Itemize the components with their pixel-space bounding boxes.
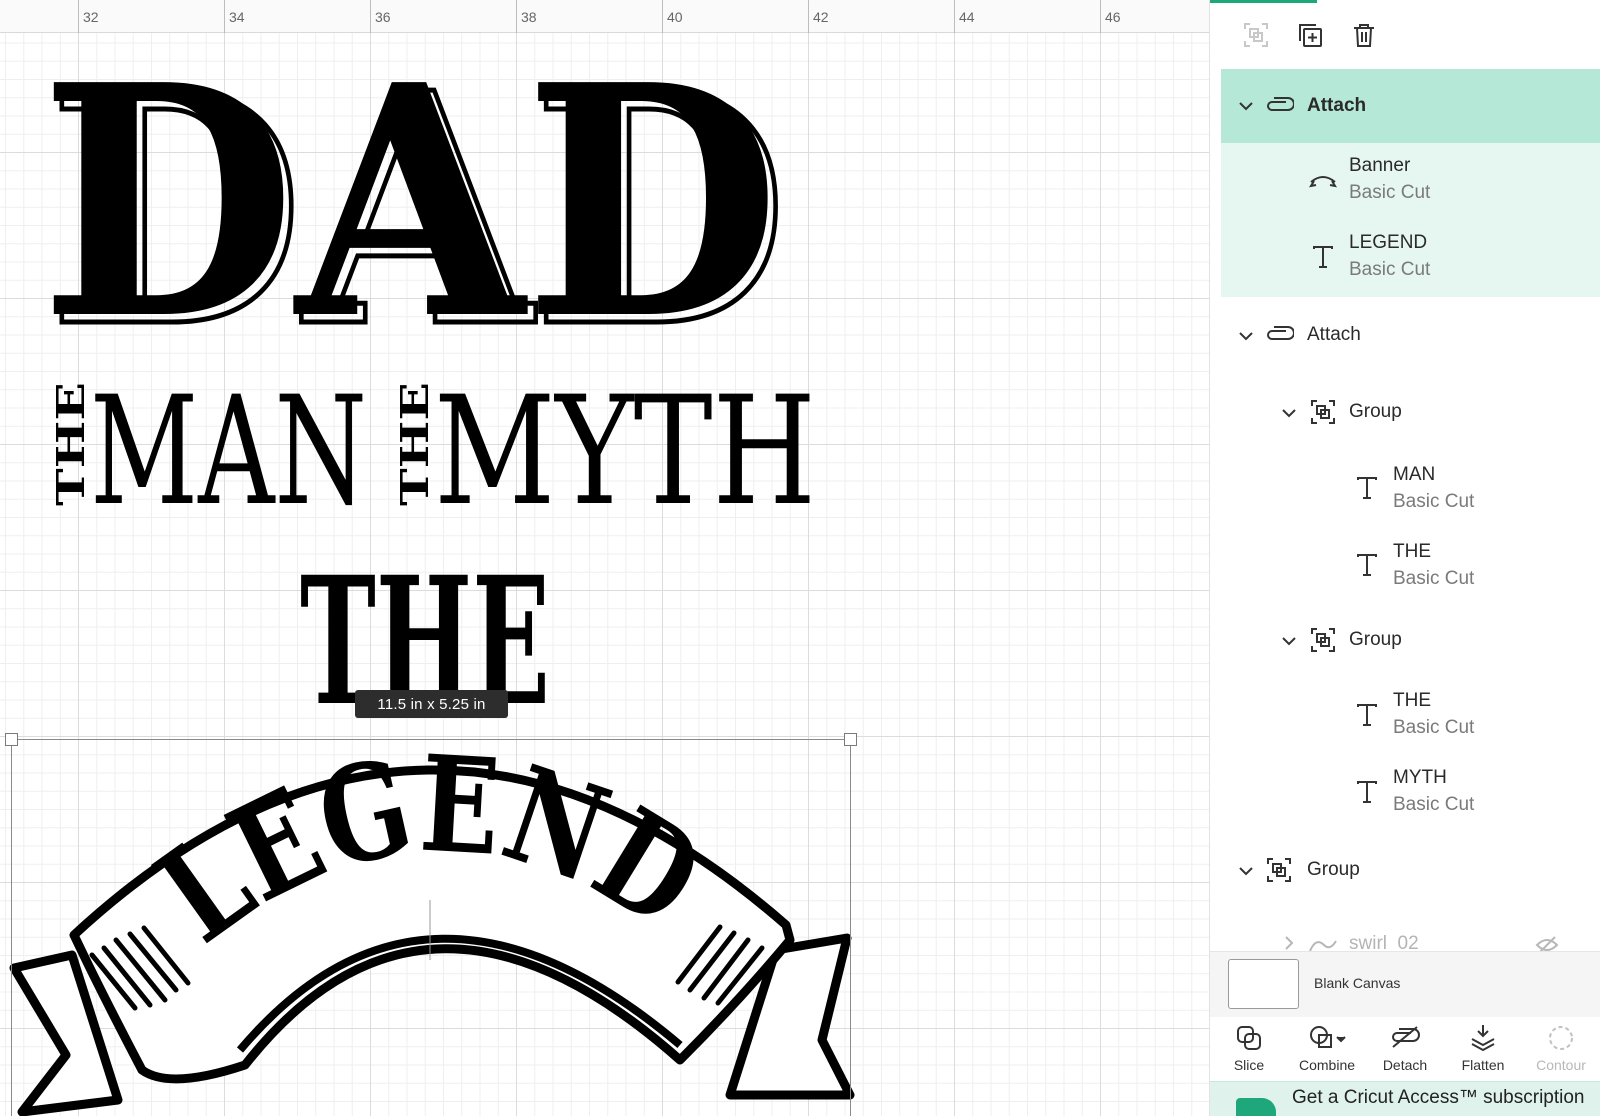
layer-label: MAN [1393, 464, 1436, 485]
chevron-down-icon[interactable] [1236, 326, 1256, 346]
layer-label: Group [1349, 401, 1402, 422]
slice-label: Slice [1233, 1057, 1265, 1073]
delete-button[interactable] [1346, 17, 1382, 53]
combine-button[interactable]: Combine [1288, 1017, 1366, 1081]
detach-label: Detach [1382, 1057, 1428, 1073]
chevron-down-icon[interactable] [1279, 631, 1299, 651]
flatten-label: Flatten [1461, 1057, 1505, 1073]
layer-man[interactable]: MAN Basic Cut [1221, 451, 1600, 528]
the-vertical-left[interactable]: THE [48, 382, 93, 506]
layer-sublabel: Basic Cut [1349, 259, 1431, 280]
combine-label: Combine [1298, 1057, 1356, 1073]
layer-actions-bar: Slice Combine Detach Flatten Contour [1210, 1017, 1600, 1081]
cricut-logo-icon [1236, 1098, 1276, 1116]
layers-toolbar [1210, 3, 1600, 67]
layer-label: Banner [1349, 155, 1411, 176]
text-icon [1351, 776, 1383, 808]
group-button[interactable] [1238, 17, 1274, 53]
chevron-down-icon[interactable] [1279, 403, 1299, 423]
layer-sublabel: Basic Cut [1393, 717, 1475, 738]
duplicate-icon [1299, 24, 1322, 47]
layer-swirl[interactable]: swirl_02 [1221, 909, 1600, 951]
chevron-down-icon[interactable] [1236, 861, 1256, 881]
chevron-right-icon[interactable] [1279, 933, 1299, 951]
layer-label: Attach [1307, 324, 1361, 345]
myth-text[interactable]: MYTH [434, 365, 816, 539]
layer-label: Group [1349, 629, 1402, 650]
size-badge: 11.5 in x 5.25 in [355, 690, 508, 718]
blank-canvas-row[interactable]: Blank Canvas [1210, 951, 1600, 1017]
duplicate-button[interactable] [1292, 17, 1328, 53]
layer-the-2[interactable]: THE Basic Cut [1221, 678, 1600, 755]
layer-label: Group [1307, 859, 1360, 880]
layer-sublabel: Basic Cut [1393, 794, 1475, 815]
attach-icon [1263, 90, 1295, 122]
group-icon [1307, 396, 1339, 428]
layer-myth[interactable]: MYTH Basic Cut [1221, 755, 1600, 832]
text-icon [1351, 472, 1383, 504]
swirl-icon [1307, 929, 1339, 951]
layer-the-1[interactable]: THE Basic Cut [1221, 528, 1600, 605]
text-icon [1351, 699, 1383, 731]
layer-legend[interactable]: LEGEND Basic Cut [1221, 220, 1600, 297]
flatten-icon [1471, 1025, 1495, 1052]
layer-label: Attach [1307, 95, 1367, 116]
text-icon [1307, 241, 1339, 273]
layer-attach-2[interactable]: Attach [1221, 297, 1600, 374]
dad-text[interactable]: DAD DAD [40, 15, 791, 400]
group-icon [1244, 23, 1268, 47]
layer-sublabel: Basic Cut [1349, 182, 1431, 203]
slice-icon [1237, 1026, 1261, 1050]
layer-sublabel: Basic Cut [1393, 491, 1475, 512]
artwork[interactable]: DAD DAD THE MAN THE MYTH THE LEGEND [0, 0, 1209, 1116]
layer-label: THE [1393, 541, 1431, 562]
contour-button[interactable]: Contour [1522, 1017, 1600, 1081]
layer-label: THE [1393, 690, 1431, 711]
the-vertical-middle[interactable]: THE [392, 382, 437, 506]
design-canvas[interactable]: 32 34 36 38 40 42 44 46 DAD DAD THE MAN … [0, 0, 1209, 1116]
layer-banner[interactable]: Banner Basic Cut [1221, 143, 1600, 220]
trash-icon [1354, 24, 1374, 47]
text-icon [1351, 549, 1383, 581]
contour-label: Contour [1536, 1057, 1586, 1073]
layer-group-1[interactable]: Group [1221, 374, 1600, 451]
attach-icon [1263, 319, 1295, 351]
layer-label: LEGEND [1349, 232, 1428, 253]
slice-button[interactable]: Slice [1210, 1017, 1288, 1081]
flatten-button[interactable]: Flatten [1444, 1017, 1522, 1081]
canvas-thumbnail [1228, 959, 1299, 1009]
layers-panel: Attach Banner Basic Cut LEGEND Basic Cut [1209, 0, 1600, 1116]
layers-list[interactable]: Attach Banner Basic Cut LEGEND Basic Cut [1210, 67, 1600, 951]
layer-group-3[interactable]: Group [1221, 832, 1600, 909]
cricut-access-promo[interactable]: Get a Cricut Access™ subscription [1210, 1081, 1600, 1116]
group-icon [1263, 854, 1295, 886]
detach-icon [1392, 1026, 1420, 1048]
banner-shape-icon [1307, 164, 1339, 196]
combine-icon [1310, 1026, 1346, 1048]
detach-button[interactable]: Detach [1366, 1017, 1444, 1081]
layer-label: swirl_02 [1349, 933, 1419, 951]
layer-attach-1[interactable]: Attach [1221, 69, 1600, 143]
svg-text:DAD: DAD [40, 15, 780, 389]
layer-sublabel: Basic Cut [1393, 568, 1475, 589]
group-icon [1307, 624, 1339, 656]
blank-canvas-label: Blank Canvas [1314, 975, 1401, 991]
man-text[interactable]: MAN [90, 365, 367, 539]
layer-label: MYTH [1393, 767, 1447, 788]
promo-text: Get a Cricut Access™ subscription [1292, 1087, 1585, 1108]
layer-group-2[interactable]: Group [1221, 605, 1600, 682]
chevron-down-icon[interactable] [1236, 96, 1256, 116]
design-space-app: 32 34 36 38 40 42 44 46 DAD DAD THE MAN … [0, 0, 1600, 1116]
contour-icon [1549, 1026, 1573, 1050]
eye-hidden-icon[interactable] [1531, 929, 1563, 951]
